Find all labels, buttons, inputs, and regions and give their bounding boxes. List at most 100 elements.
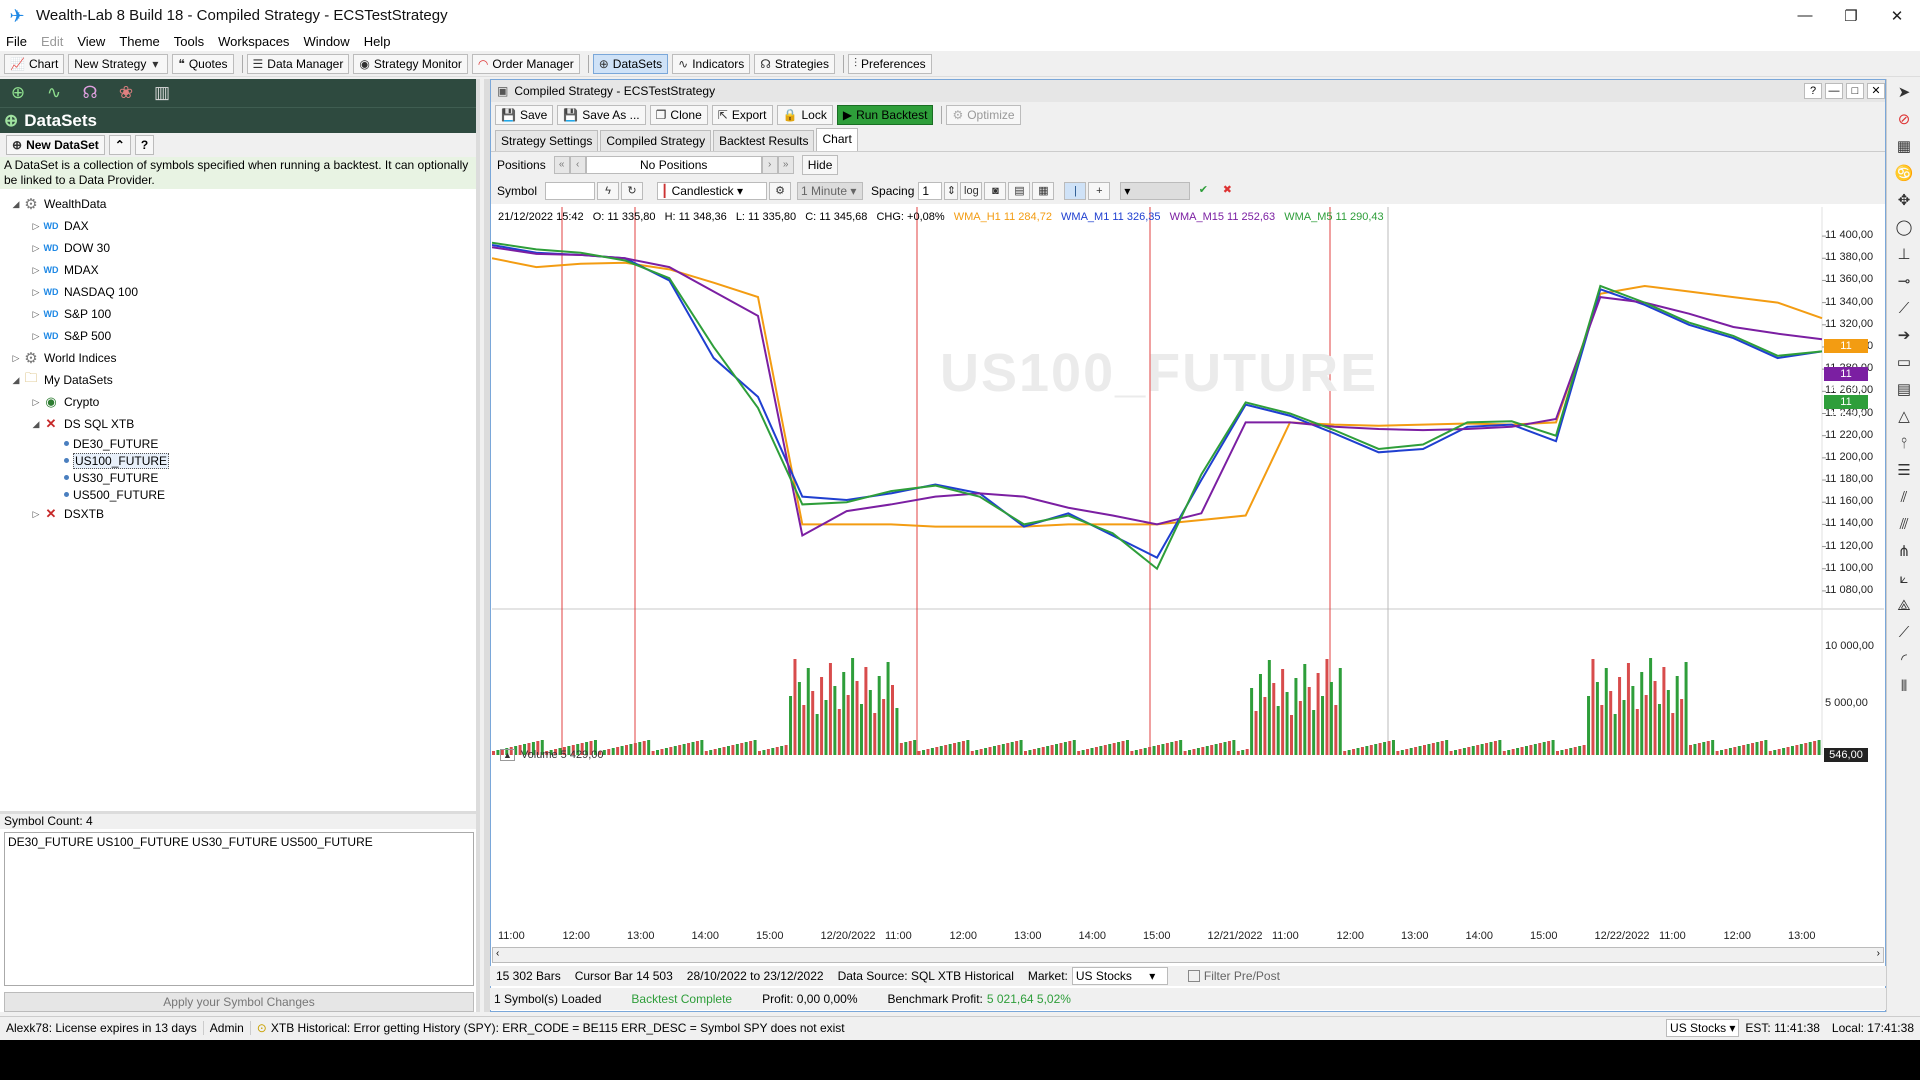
expand-arrow-icon[interactable]: ▷	[10, 353, 22, 364]
quotes-button[interactable]: ❝ Quotes	[172, 53, 234, 74]
fibonacci-icon[interactable]: ☰	[1890, 458, 1918, 484]
chart-horizontal-scrollbar[interactable]: ‹ ›	[492, 947, 1884, 963]
channel-icon[interactable]: ⫽	[1890, 485, 1918, 511]
positions-selector[interactable]: No Positions	[585, 156, 762, 174]
menu-edit[interactable]: Edit	[41, 34, 63, 49]
clone-button[interactable]: ❐ Clone	[649, 105, 708, 125]
symbol-input[interactable]	[545, 182, 596, 200]
extensions-icon[interactable]: ❀	[114, 82, 138, 104]
run-backtest-button[interactable]: ▶ Run Backtest	[836, 105, 934, 125]
tab-strategy-settings[interactable]: Strategy Settings	[495, 130, 599, 151]
next-position-icon[interactable]: ›	[761, 156, 778, 174]
expand-arrow-icon[interactable]: ▷	[30, 243, 42, 254]
library-icon[interactable]: ▥	[150, 82, 174, 104]
tree-node-ds-sql-xtb[interactable]: ◢ ✕ DS SQL XTB	[0, 413, 476, 435]
camera-icon[interactable]: ◙	[984, 182, 1007, 200]
tree-node-sp500[interactable]: ▷ WD S&P 500	[0, 325, 476, 347]
menu-workspaces[interactable]: Workspaces	[218, 34, 289, 49]
tree-node-wealthdata[interactable]: ◢ ⚙ WealthData	[0, 193, 476, 215]
collapse-arrow-icon[interactable]: ◢	[30, 419, 42, 430]
vertical-line-icon[interactable]: ⊥	[1890, 242, 1918, 268]
tree-node-nasdaq100[interactable]: ▷ WD NASDAQ 100	[0, 281, 476, 303]
indicator-wave-icon[interactable]: ∿	[42, 82, 66, 104]
strategies-button[interactable]: ☊ Strategies	[754, 53, 835, 74]
move-icon[interactable]: ✥	[1890, 188, 1918, 214]
apply-symbol-changes-button[interactable]: Apply your Symbol Changes	[4, 992, 474, 1012]
minimize-icon[interactable]: —	[1782, 0, 1828, 31]
refresh-icon[interactable]: ↻	[621, 182, 644, 200]
collapse-pane-icon[interactable]: ▲	[500, 749, 515, 761]
new-dataset-button[interactable]: ⊕ New DataSet	[6, 135, 105, 155]
tab-backtest-results[interactable]: Backtest Results	[713, 130, 815, 151]
cycle-lines-icon[interactable]: ⦀	[1890, 674, 1918, 700]
cursor-line-icon[interactable]: |	[1064, 182, 1087, 200]
arrow-icon[interactable]: ➔	[1890, 323, 1918, 349]
interval-select[interactable]: 1 Minute ▾	[797, 182, 864, 200]
menu-help[interactable]: Help	[364, 34, 391, 49]
regression-icon[interactable]: ⫻	[1890, 512, 1918, 538]
tree-node-mdax[interactable]: ▷ WD MDAX	[0, 259, 476, 281]
speed-lines-icon[interactable]: ⟀	[1890, 566, 1918, 592]
spacing-input[interactable]: 1	[918, 182, 943, 200]
menu-theme[interactable]: Theme	[119, 34, 159, 49]
strategy-brain-icon[interactable]: ☊	[78, 82, 102, 104]
tree-node-dow30[interactable]: ▷ WD DOW 30	[0, 237, 476, 259]
symbols-textarea[interactable]: DE30_FUTURE US100_FUTURE US30_FUTURE US5…	[4, 832, 474, 986]
globe-icon[interactable]: ⊕	[6, 82, 30, 104]
menu-window[interactable]: Window	[303, 34, 349, 49]
collapse-arrow-icon[interactable]: ◢	[10, 375, 22, 386]
tree-leaf-de30[interactable]: DE30_FUTURE	[0, 435, 476, 452]
tree-leaf-us30[interactable]: US30_FUTURE	[0, 469, 476, 486]
horizontal-line-icon[interactable]: ⊸	[1890, 269, 1918, 295]
drawing-select[interactable]: ▾	[1120, 182, 1191, 200]
tree-node-world-indices[interactable]: ▷ ⚙ World Indices	[0, 347, 476, 369]
save-as-button[interactable]: 💾 Save As ...	[557, 105, 646, 125]
note-icon[interactable]: ▤	[1890, 377, 1918, 403]
tree-leaf-us100[interactable]: US100_FUTURE	[0, 452, 476, 469]
log-scale-button[interactable]: log	[960, 182, 983, 200]
cancel-icon[interactable]: ✖	[1216, 182, 1238, 200]
filter-checkbox[interactable]	[1187, 970, 1200, 982]
gann-icon[interactable]: ♋	[1890, 161, 1918, 187]
expand-arrow-icon[interactable]: ▷	[30, 287, 42, 298]
spin-icon[interactable]: ⇕	[944, 182, 959, 200]
fan-icon[interactable]: ⟁	[1890, 593, 1918, 619]
calendar-icon[interactable]: ▦	[1890, 134, 1918, 160]
lock-button[interactable]: 🔒 Lock	[776, 105, 833, 125]
tree-node-sp100[interactable]: ▷ WD S&P 100	[0, 303, 476, 325]
rectangle-icon[interactable]: ▭	[1890, 350, 1918, 376]
chart-type-select[interactable]: ┃ Candlestick ▾	[657, 182, 768, 200]
bottom-market-select[interactable]: US Stocks ▾	[1666, 1018, 1740, 1037]
expand-arrow-icon[interactable]: ▷	[30, 265, 42, 276]
save-button[interactable]: 💾 Save	[495, 105, 554, 125]
close-icon[interactable]: ✕	[1874, 0, 1920, 31]
menu-view[interactable]: View	[77, 34, 105, 49]
maximize-icon[interactable]: □	[1846, 83, 1864, 99]
expand-arrow-icon[interactable]: ▷	[30, 331, 42, 342]
expand-arrow-icon[interactable]: ▷	[30, 309, 42, 320]
arc-icon[interactable]: ◜	[1890, 647, 1918, 673]
tree-leaf-us500[interactable]: US500_FUTURE	[0, 486, 476, 503]
menu-file[interactable]: File	[6, 34, 27, 49]
triangle-icon[interactable]: △	[1890, 404, 1918, 430]
price-chart-svg[interactable]	[491, 207, 1884, 947]
tab-chart[interactable]: Chart	[816, 128, 858, 151]
tree-node-dax[interactable]: ▷ WD DAX	[0, 215, 476, 237]
pointer-icon[interactable]: ➤	[1890, 80, 1918, 106]
check-icon[interactable]: ✔	[1192, 182, 1214, 200]
panel-layout-icon[interactable]: ▤	[1008, 182, 1031, 200]
window-layout-icon[interactable]: ▦	[1032, 182, 1055, 200]
marker-icon[interactable]: ⫯	[1890, 431, 1918, 457]
crosshair-icon[interactable]: +	[1088, 182, 1111, 200]
first-position-icon[interactable]: «	[553, 156, 570, 174]
help-icon[interactable]: ?	[1804, 83, 1822, 99]
tab-compiled-strategy[interactable]: Compiled Strategy	[600, 130, 712, 151]
ray-icon[interactable]: ⟋	[1890, 620, 1918, 646]
lightning-icon[interactable]: ϟ	[597, 182, 620, 200]
no-draw-icon[interactable]: ⊘	[1890, 107, 1918, 133]
new-strategy-dropdown[interactable]: New Strategy ▾	[68, 53, 169, 74]
datasets-button[interactable]: ⊕ DataSets	[592, 53, 669, 74]
strategy-monitor-button[interactable]: ◉ Strategy Monitor	[353, 53, 468, 74]
prev-position-icon[interactable]: ‹	[569, 156, 586, 174]
data-manager-button[interactable]: ☰ Data Manager	[246, 53, 350, 74]
